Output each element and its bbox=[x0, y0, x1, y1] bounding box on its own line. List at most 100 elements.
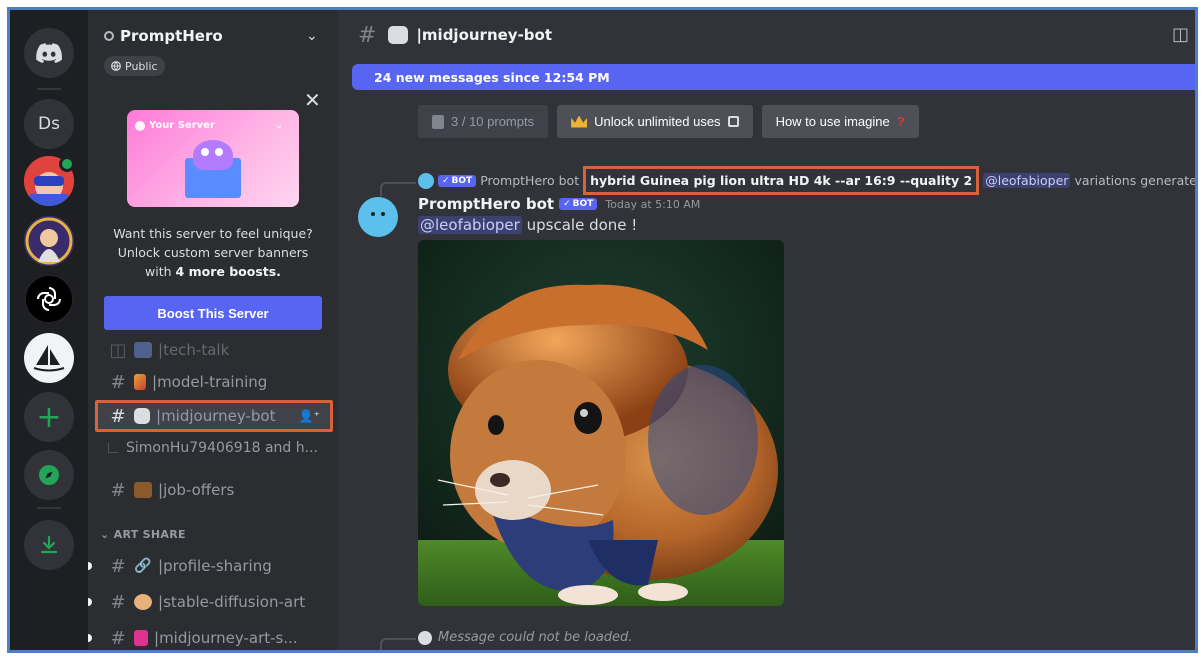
threads-icon[interactable]: ◫ bbox=[1172, 24, 1189, 45]
howto-label: How to use imagine bbox=[775, 114, 890, 129]
chevron-down-icon[interactable]: ⌄ bbox=[306, 28, 318, 44]
reply-prompt-text: hybrid Guinea pig lion ultra HD 4k --ar … bbox=[583, 166, 980, 195]
channel-midjourney-bot[interactable]: # |midjourney-bot 👤⁺ bbox=[95, 400, 333, 432]
new-messages-bar[interactable]: 24 new messages since 12:54 PM bbox=[352, 64, 1195, 90]
channel-label: |midjourney-art-s... bbox=[154, 629, 298, 647]
promo-boost-count: 4 more boosts. bbox=[175, 264, 281, 279]
thread-name: SimonHu79406918 and h... bbox=[126, 440, 318, 456]
robot-emoji-icon bbox=[134, 408, 150, 424]
add-user-icon[interactable]: 👤⁺ bbox=[299, 409, 320, 423]
server-name-label: PromptHero bbox=[120, 27, 223, 45]
channel-label: |profile-sharing bbox=[158, 557, 272, 575]
channel-stable-diffusion-art[interactable]: # |stable-diffusion-art bbox=[98, 586, 330, 618]
category-art-share[interactable]: ⌄ ART SHARE bbox=[100, 528, 186, 541]
reply-arrow-icon bbox=[418, 630, 432, 645]
prompts-count-button[interactable]: 3 / 10 prompts bbox=[418, 105, 549, 138]
discord-window: Ds + PromptHero ⌄ Public ✕ Your Server ⌄… bbox=[7, 7, 1198, 653]
unlock-label: Unlock unlimited uses bbox=[594, 114, 721, 129]
external-link-icon bbox=[727, 116, 739, 127]
hash-icon: # bbox=[110, 371, 126, 393]
message-header: PromptHero bot ✓ BOT Today at 5:10 AM bbox=[418, 195, 700, 213]
unread-indicator bbox=[88, 634, 92, 642]
thread-channel-icon: # bbox=[110, 405, 126, 427]
server-ds[interactable]: Ds bbox=[24, 99, 74, 149]
server-avatar-wizard[interactable] bbox=[24, 216, 74, 266]
globe-icon bbox=[111, 61, 121, 71]
hash-icon: # bbox=[110, 555, 126, 577]
hash-icon: # bbox=[110, 479, 126, 501]
category-label: ART SHARE bbox=[113, 528, 186, 541]
system-message: Message could not be loaded. bbox=[418, 630, 632, 645]
message-mention[interactable]: @leofabioper bbox=[418, 216, 522, 234]
promo-line-3-prefix: with bbox=[145, 264, 176, 279]
message-author[interactable]: PromptHero bot bbox=[418, 195, 554, 213]
channel-midjourney-art[interactable]: # |midjourney-art-s... bbox=[98, 622, 330, 650]
channel-sidebar: PromptHero ⌄ Public ✕ Your Server ⌄ Want… bbox=[88, 10, 338, 650]
channel-name: model-training bbox=[157, 373, 268, 391]
palette-emoji-icon bbox=[134, 594, 152, 610]
channel-label: |stable-diffusion-art bbox=[158, 593, 306, 611]
channel-name: stable-diffusion-art bbox=[163, 593, 306, 611]
monster-eye bbox=[215, 148, 223, 156]
explore-compass-icon[interactable] bbox=[24, 450, 74, 500]
promo-line-2: Unlock custom server banners bbox=[117, 245, 309, 260]
how-to-imagine-button[interactable]: How to use imagine ? bbox=[761, 105, 919, 138]
channel-title: |midjourney-bot bbox=[416, 26, 553, 44]
channel-tech-talk[interactable]: ◫ |tech-talk bbox=[98, 334, 330, 366]
channel-profile-sharing[interactable]: # 🔗 |profile-sharing bbox=[98, 550, 330, 582]
thread-connector bbox=[108, 443, 118, 453]
chat-area: # |midjourney-bot ◫ 24 new messages sinc… bbox=[338, 10, 1195, 650]
server-name[interactable]: PromptHero bbox=[104, 27, 223, 45]
add-server-icon[interactable]: + bbox=[24, 392, 74, 442]
channel-name: tech-talk bbox=[163, 341, 230, 359]
channel-name: job-offers bbox=[163, 481, 235, 499]
close-icon[interactable]: ✕ bbox=[304, 88, 321, 112]
frame-emoji-icon bbox=[134, 630, 148, 646]
channel-job-offers[interactable]: # |job-offers bbox=[98, 474, 330, 506]
bot-tag-label: BOT bbox=[451, 175, 473, 186]
prompts-count-label: 3 / 10 prompts bbox=[451, 114, 535, 129]
server-icon bbox=[135, 120, 145, 131]
channel-name: midjourney-bot bbox=[161, 407, 276, 425]
reply-preview[interactable]: ✓ BOT PromptHero bot hybrid Guinea pig l… bbox=[418, 166, 1197, 195]
laptop-emoji-icon bbox=[134, 342, 152, 358]
smiley-face-icon bbox=[369, 212, 387, 222]
channel-label: |job-offers bbox=[158, 481, 235, 499]
bot-avatar[interactable] bbox=[358, 197, 398, 237]
new-messages-text: 24 new messages since 12:54 PM bbox=[374, 69, 610, 85]
reply-connector bbox=[380, 638, 416, 650]
hourglass-emoji-icon bbox=[134, 374, 146, 390]
server-ds-label: Ds bbox=[38, 114, 60, 134]
server-header[interactable]: PromptHero ⌄ Public bbox=[88, 10, 338, 80]
unread-indicator bbox=[88, 598, 92, 606]
channel-model-training[interactable]: # |model-training bbox=[98, 366, 330, 398]
message-timestamp: Today at 5:10 AM bbox=[605, 197, 701, 211]
boost-server-button[interactable]: Boost This Server bbox=[104, 296, 322, 330]
unlock-unlimited-button[interactable]: Unlock unlimited uses bbox=[557, 105, 753, 138]
chat-header: # |midjourney-bot ◫ bbox=[338, 10, 1195, 60]
reply-author[interactable]: PromptHero bot bbox=[480, 173, 579, 188]
prompt-icon bbox=[432, 114, 444, 129]
monster-eye bbox=[201, 148, 209, 156]
download-icon[interactable] bbox=[24, 520, 74, 570]
promo-line-3: with 4 more boosts. bbox=[104, 262, 322, 281]
image-attachment-guinea-pig[interactable] bbox=[418, 240, 784, 606]
server-banner-preview: Your Server ⌄ bbox=[127, 110, 299, 207]
boost-promo-text: Want this server to feel unique? Unlock … bbox=[104, 224, 322, 281]
question-mark-icon: ? bbox=[896, 114, 905, 129]
reply-mention[interactable]: @leofabioper bbox=[983, 173, 1071, 188]
message-body: upscale done ! bbox=[526, 216, 638, 234]
server-status-icon bbox=[104, 31, 114, 41]
robot-emoji-icon bbox=[388, 26, 409, 44]
hash-icon: # bbox=[110, 591, 126, 613]
bot-tag: ✓ BOT bbox=[559, 198, 598, 210]
thread-item[interactable]: SimonHu79406918 and h... bbox=[108, 440, 318, 456]
rail-separator bbox=[37, 88, 61, 90]
discord-home-icon[interactable] bbox=[24, 28, 74, 78]
server-midjourney-icon[interactable] bbox=[24, 333, 74, 383]
thread-channel-icon: # bbox=[110, 627, 126, 649]
reply-suffix: variations generated ! bbox=[1074, 173, 1197, 188]
unread-indicator bbox=[88, 562, 92, 570]
channel-name: profile-sharing bbox=[163, 557, 272, 575]
server-openai-icon[interactable] bbox=[24, 274, 74, 324]
